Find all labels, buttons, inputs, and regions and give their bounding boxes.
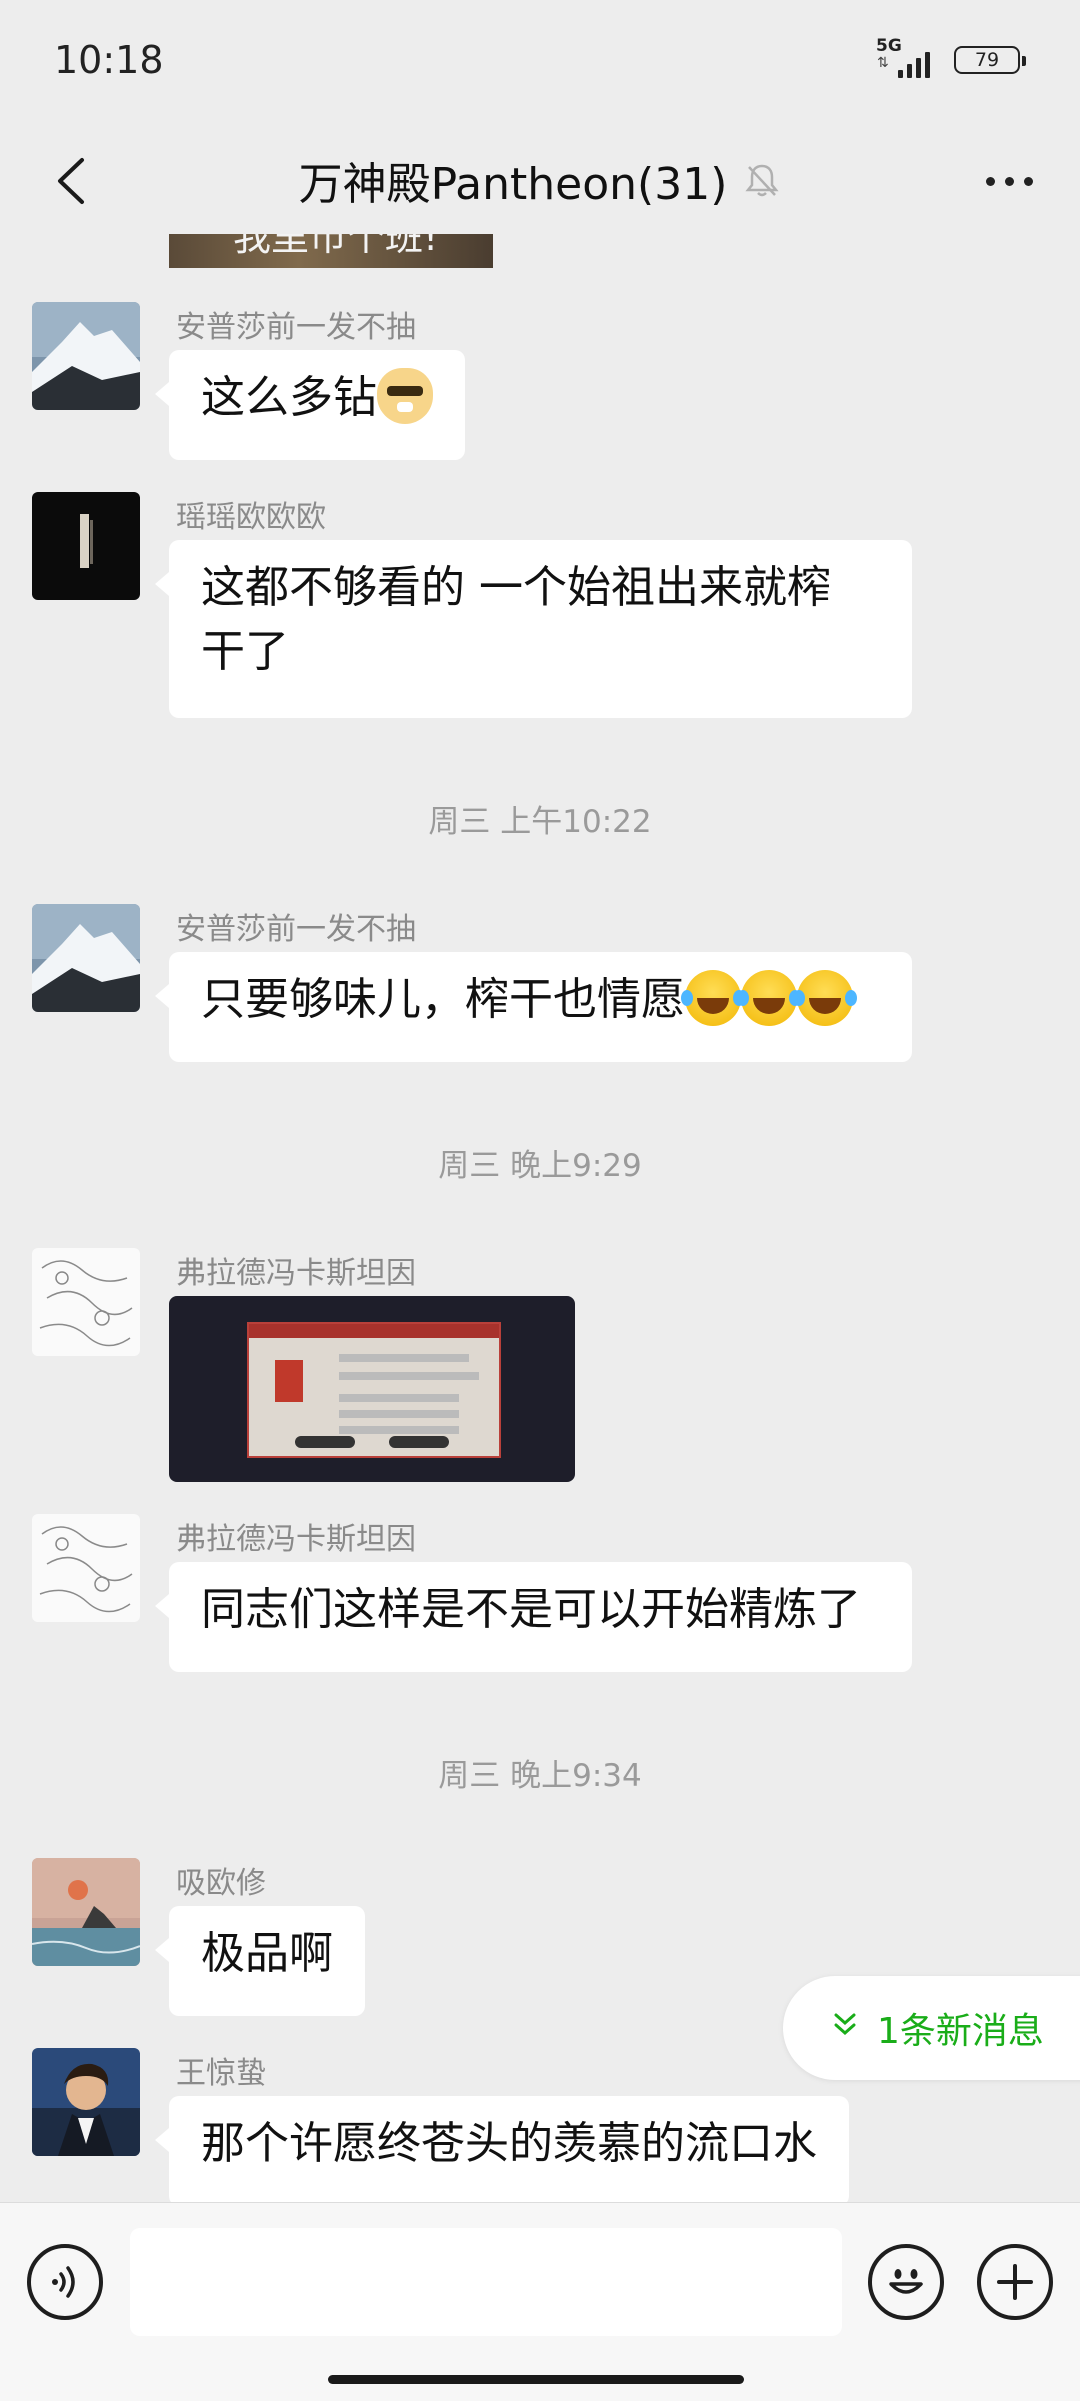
partial-image-message[interactable]: 我里市个班!: [169, 234, 493, 268]
image-caption-text: 我里市个班!: [233, 234, 439, 259]
message-bubble[interactable]: 这么多钻: [155, 350, 465, 460]
dot-icon: [1004, 176, 1014, 186]
voice-input-button[interactable]: [27, 2244, 103, 2320]
home-indicator[interactable]: [328, 2375, 744, 2384]
avatar[interactable]: [32, 302, 140, 410]
timestamp: 周三 上午10:22: [428, 804, 652, 840]
message-text: 这么多钻: [201, 372, 377, 423]
avatar[interactable]: [32, 1858, 140, 1966]
image-message[interactable]: [169, 1296, 575, 1482]
double-chevron-down-icon: [833, 2011, 857, 2045]
status-bar: 10:18 5G ⇅ 79: [0, 0, 1080, 126]
message-bubble[interactable]: 那个许愿终苍头的羡慕的流口水: [155, 2096, 849, 2202]
chat-input-bar: [0, 2202, 1080, 2401]
new-message-label: 1条新消息: [877, 2011, 1044, 2052]
doge-emoji-icon: [377, 368, 433, 424]
message-list[interactable]: 我里市个班! 安普莎前一发不抽 这么多钻 瑶瑶欧欧欧 这都不够看的 一个始祖出来…: [0, 234, 1080, 2202]
timestamp: 周三 晚上9:29: [438, 1148, 642, 1184]
avatar[interactable]: [32, 1248, 140, 1356]
battery-icon: 79: [954, 46, 1026, 74]
message-text: 同志们这样是不是可以开始精炼了: [201, 1584, 861, 1635]
sender-name: 弗拉德冯卡斯坦因: [176, 1522, 416, 1557]
message-input[interactable]: [130, 2228, 842, 2336]
sender-name: 弗拉德冯卡斯坦因: [176, 1256, 416, 1291]
message-bubble[interactable]: 极品啊: [155, 1906, 365, 2016]
avatar[interactable]: [32, 904, 140, 1012]
chat-header: 万神殿Pantheon(31): [0, 126, 1080, 234]
smiley-icon: [889, 2269, 923, 2294]
avatar[interactable]: [32, 1514, 140, 1622]
battery-level: 79: [974, 49, 1000, 71]
tears-of-joy-emoji-icon: [737, 970, 797, 1026]
message-bubble[interactable]: 只要够味儿，榨干也情愿: [155, 952, 912, 1062]
emoji-button[interactable]: [868, 2244, 944, 2320]
signal-icon: 5G ⇅: [876, 36, 940, 78]
more-actions-button[interactable]: [977, 2244, 1053, 2320]
message-text: 极品啊: [201, 1928, 333, 1979]
chat-title: 万神殿Pantheon(31): [298, 159, 728, 210]
sender-name: 安普莎前一发不抽: [176, 912, 416, 947]
new-message-button[interactable]: 1条新消息: [783, 1976, 1080, 2080]
message-bubble[interactable]: 同志们这样是不是可以开始精炼了: [155, 1562, 912, 1672]
bell-muted-icon: [745, 164, 779, 197]
timestamp: 周三 晚上9:34: [438, 1758, 642, 1794]
avatar[interactable]: [32, 492, 140, 600]
avatar[interactable]: [32, 2048, 140, 2156]
sender-name: 安普莎前一发不抽: [176, 310, 416, 345]
status-time: 10:18: [54, 38, 164, 82]
tears-of-joy-emoji-icon: [681, 970, 741, 1026]
dot-icon: [985, 176, 995, 186]
message-text: 只要够味儿，榨干也情愿: [201, 974, 685, 1025]
sender-name: 吸欧修: [176, 1866, 266, 1901]
message-text: 那个许愿终苍头的羡慕的流口水: [201, 2118, 817, 2169]
data-arrows-icon: ⇅: [877, 55, 889, 71]
chat-title-wrap: 万神殿Pantheon(31): [0, 144, 1080, 216]
dot-icon: [1023, 176, 1033, 186]
sender-name: 王惊蛰: [176, 2056, 266, 2091]
sender-name: 瑶瑶欧欧欧: [176, 500, 326, 535]
message-bubble[interactable]: 这都不够看的 一个始祖出来就榨 干了: [155, 540, 912, 718]
tears-of-joy-emoji-icon: [793, 970, 853, 1026]
message-text-line2: 干了: [201, 626, 289, 677]
status-indicators: 5G ⇅ 79: [876, 36, 1026, 78]
message-text-line1: 这都不够看的 一个始祖出来就榨: [201, 562, 831, 613]
plus-icon: [997, 2264, 1033, 2300]
more-options-button[interactable]: [972, 144, 1046, 218]
game-screenshot-thumbnail: [247, 1322, 501, 1458]
voice-icon: [52, 2266, 75, 2298]
